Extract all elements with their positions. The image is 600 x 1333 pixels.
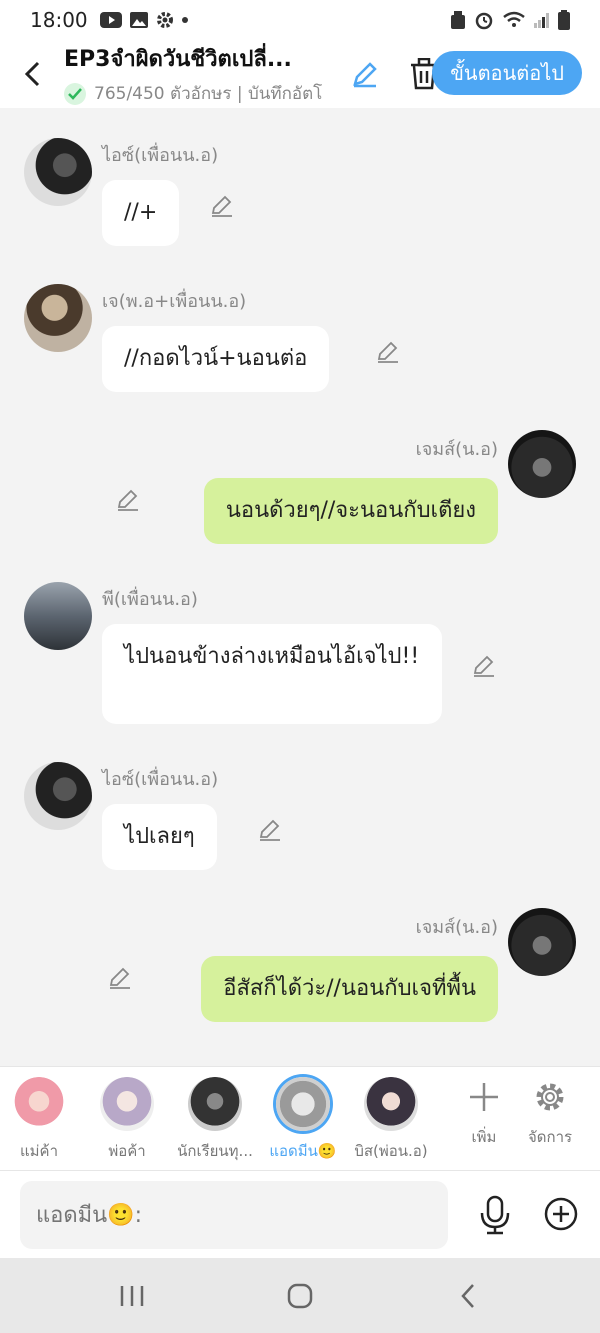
signal-icon — [534, 13, 549, 28]
character-item-active[interactable]: แอดมีน🙂 — [258, 1077, 348, 1163]
sender-name: ไอซ์(เพื่อนน.อ) — [102, 145, 219, 166]
message-bubble[interactable]: //+ — [102, 180, 180, 246]
pencil-icon — [473, 655, 494, 677]
manage-button[interactable]: จัดการ — [520, 1081, 580, 1149]
sender-name: เจมส์(น.อ) — [415, 439, 498, 460]
wifi-icon — [503, 11, 525, 27]
sender-name: เจ(พ.อ+เพื่อนน.อ) — [102, 291, 247, 312]
pencil-icon — [353, 62, 377, 88]
page-title: EP3จำผิดวันชีวิตเปลี่... — [64, 47, 292, 72]
header: EP3จำผิดวันชีวิตเปลี่... 765/450 ตัวอักษ… — [0, 40, 600, 108]
character-item[interactable]: บิส(พ่อน.อ) — [346, 1077, 436, 1163]
avatar — [276, 1077, 330, 1131]
youtube-icon — [99, 12, 122, 28]
edit-message-button[interactable] — [256, 816, 284, 844]
battery-icon — [558, 10, 570, 30]
settings-small-icon — [156, 12, 173, 28]
pencil-icon — [117, 489, 138, 511]
avatar — [100, 1077, 154, 1131]
sender-name: พี(เพื่อนน.อ) — [102, 589, 198, 610]
system-nav-bar — [0, 1258, 600, 1333]
home-icon — [287, 1283, 313, 1309]
manage-label: จัดการ — [527, 1128, 573, 1146]
message-bubble[interactable]: อีสัสก็ได้ว่ะ//นอนกับเจที่พื้น — [201, 956, 498, 1022]
system-back-button[interactable] — [448, 1280, 488, 1312]
recent-apps-icon — [120, 1286, 144, 1306]
chevron-left-icon — [24, 61, 40, 87]
voice-button[interactable] — [478, 1195, 512, 1235]
recycle-icon — [451, 11, 465, 29]
message-input[interactable] — [20, 1181, 448, 1249]
pencil-icon — [109, 967, 130, 989]
character-label: บิส(พ่อน.อ) — [354, 1142, 428, 1160]
character-label: แม่ค้า — [19, 1142, 58, 1160]
gallery-icon — [129, 12, 148, 28]
alarm-icon — [475, 12, 493, 30]
home-button[interactable] — [280, 1280, 320, 1312]
next-step-button[interactable]: ขั้นตอนต่อไป — [432, 51, 582, 95]
pencil-icon — [259, 819, 280, 841]
check-icon — [64, 82, 86, 105]
edit-message-button[interactable] — [114, 486, 142, 514]
recent-apps-button[interactable] — [112, 1280, 152, 1312]
status-bar: 18:00 — [0, 0, 600, 40]
pencil-icon — [377, 341, 398, 363]
plus-circle-icon — [544, 1197, 578, 1231]
edit-message-button[interactable] — [470, 652, 498, 680]
sender-name: ไอซ์(เพื่อนน.อ) — [102, 769, 219, 790]
back-button[interactable] — [0, 40, 64, 108]
character-bar: แม่ค้า พ่อค้า นักเรียนทุ... แอดมีน🙂 บิส(… — [0, 1066, 600, 1170]
character-item[interactable]: พ่อค้า — [82, 1077, 172, 1163]
message-bubble[interactable]: ไปนอนข้างล่างเหมือนไอ้เจไป!! — [102, 624, 442, 724]
add-attachment-button[interactable] — [544, 1197, 578, 1231]
character-item[interactable]: แม่ค้า — [0, 1077, 84, 1163]
edit-message-button[interactable] — [106, 964, 134, 992]
title-area: EP3จำผิดวันชีวิตเปลี่... 765/450 ตัวอักษ… — [64, 41, 344, 107]
add-label: เพิ่ม — [471, 1128, 497, 1146]
avatar[interactable] — [24, 284, 92, 352]
character-count: 765/450 ตัวอักษร | บันทึกอัตโ — [94, 84, 323, 104]
avatar — [188, 1077, 242, 1131]
character-item[interactable]: นักเรียนทุ... — [170, 1077, 260, 1163]
character-label: นักเรียนทุ... — [177, 1142, 253, 1160]
avatar[interactable] — [24, 138, 92, 206]
message-bubble[interactable]: ไปเลยๆ — [102, 804, 217, 870]
subtitle: 765/450 ตัวอักษร | บันทึกอัตโ — [64, 80, 344, 107]
sender-name: เจมส์(น.อ) — [415, 917, 498, 938]
message-bubble[interactable]: //กอดไวน์+นอนต่อ — [102, 326, 330, 392]
back-icon — [461, 1284, 474, 1308]
chat-area[interactable]: ไอซ์(เพื่อนน.อ) //+ เจ(พ.อ+เพื่อนน.อ) //… — [0, 108, 600, 1066]
status-time: 18:00 — [30, 8, 88, 32]
edit-message-button[interactable] — [374, 338, 402, 366]
avatar[interactable] — [508, 908, 576, 976]
edit-message-button[interactable] — [208, 192, 236, 220]
message-bubble[interactable]: นอนด้วยๆ//จะนอนกับเตียง — [203, 478, 498, 544]
avatar — [12, 1077, 66, 1131]
avatar — [364, 1077, 418, 1131]
notification-dot-icon — [181, 17, 188, 23]
microphone-icon — [480, 1195, 510, 1235]
plus-icon — [470, 1083, 498, 1111]
character-label: แอดมีน🙂 — [269, 1142, 337, 1160]
input-bar — [0, 1170, 600, 1258]
character-label: พ่อค้า — [108, 1142, 146, 1160]
edit-title-button[interactable] — [350, 59, 380, 89]
avatar[interactable] — [508, 430, 576, 498]
gear-icon — [536, 1083, 564, 1111]
add-character-button[interactable]: เพิ่ม — [454, 1081, 514, 1149]
avatar[interactable] — [24, 582, 92, 650]
pencil-icon — [211, 195, 232, 217]
avatar[interactable] — [24, 762, 92, 830]
